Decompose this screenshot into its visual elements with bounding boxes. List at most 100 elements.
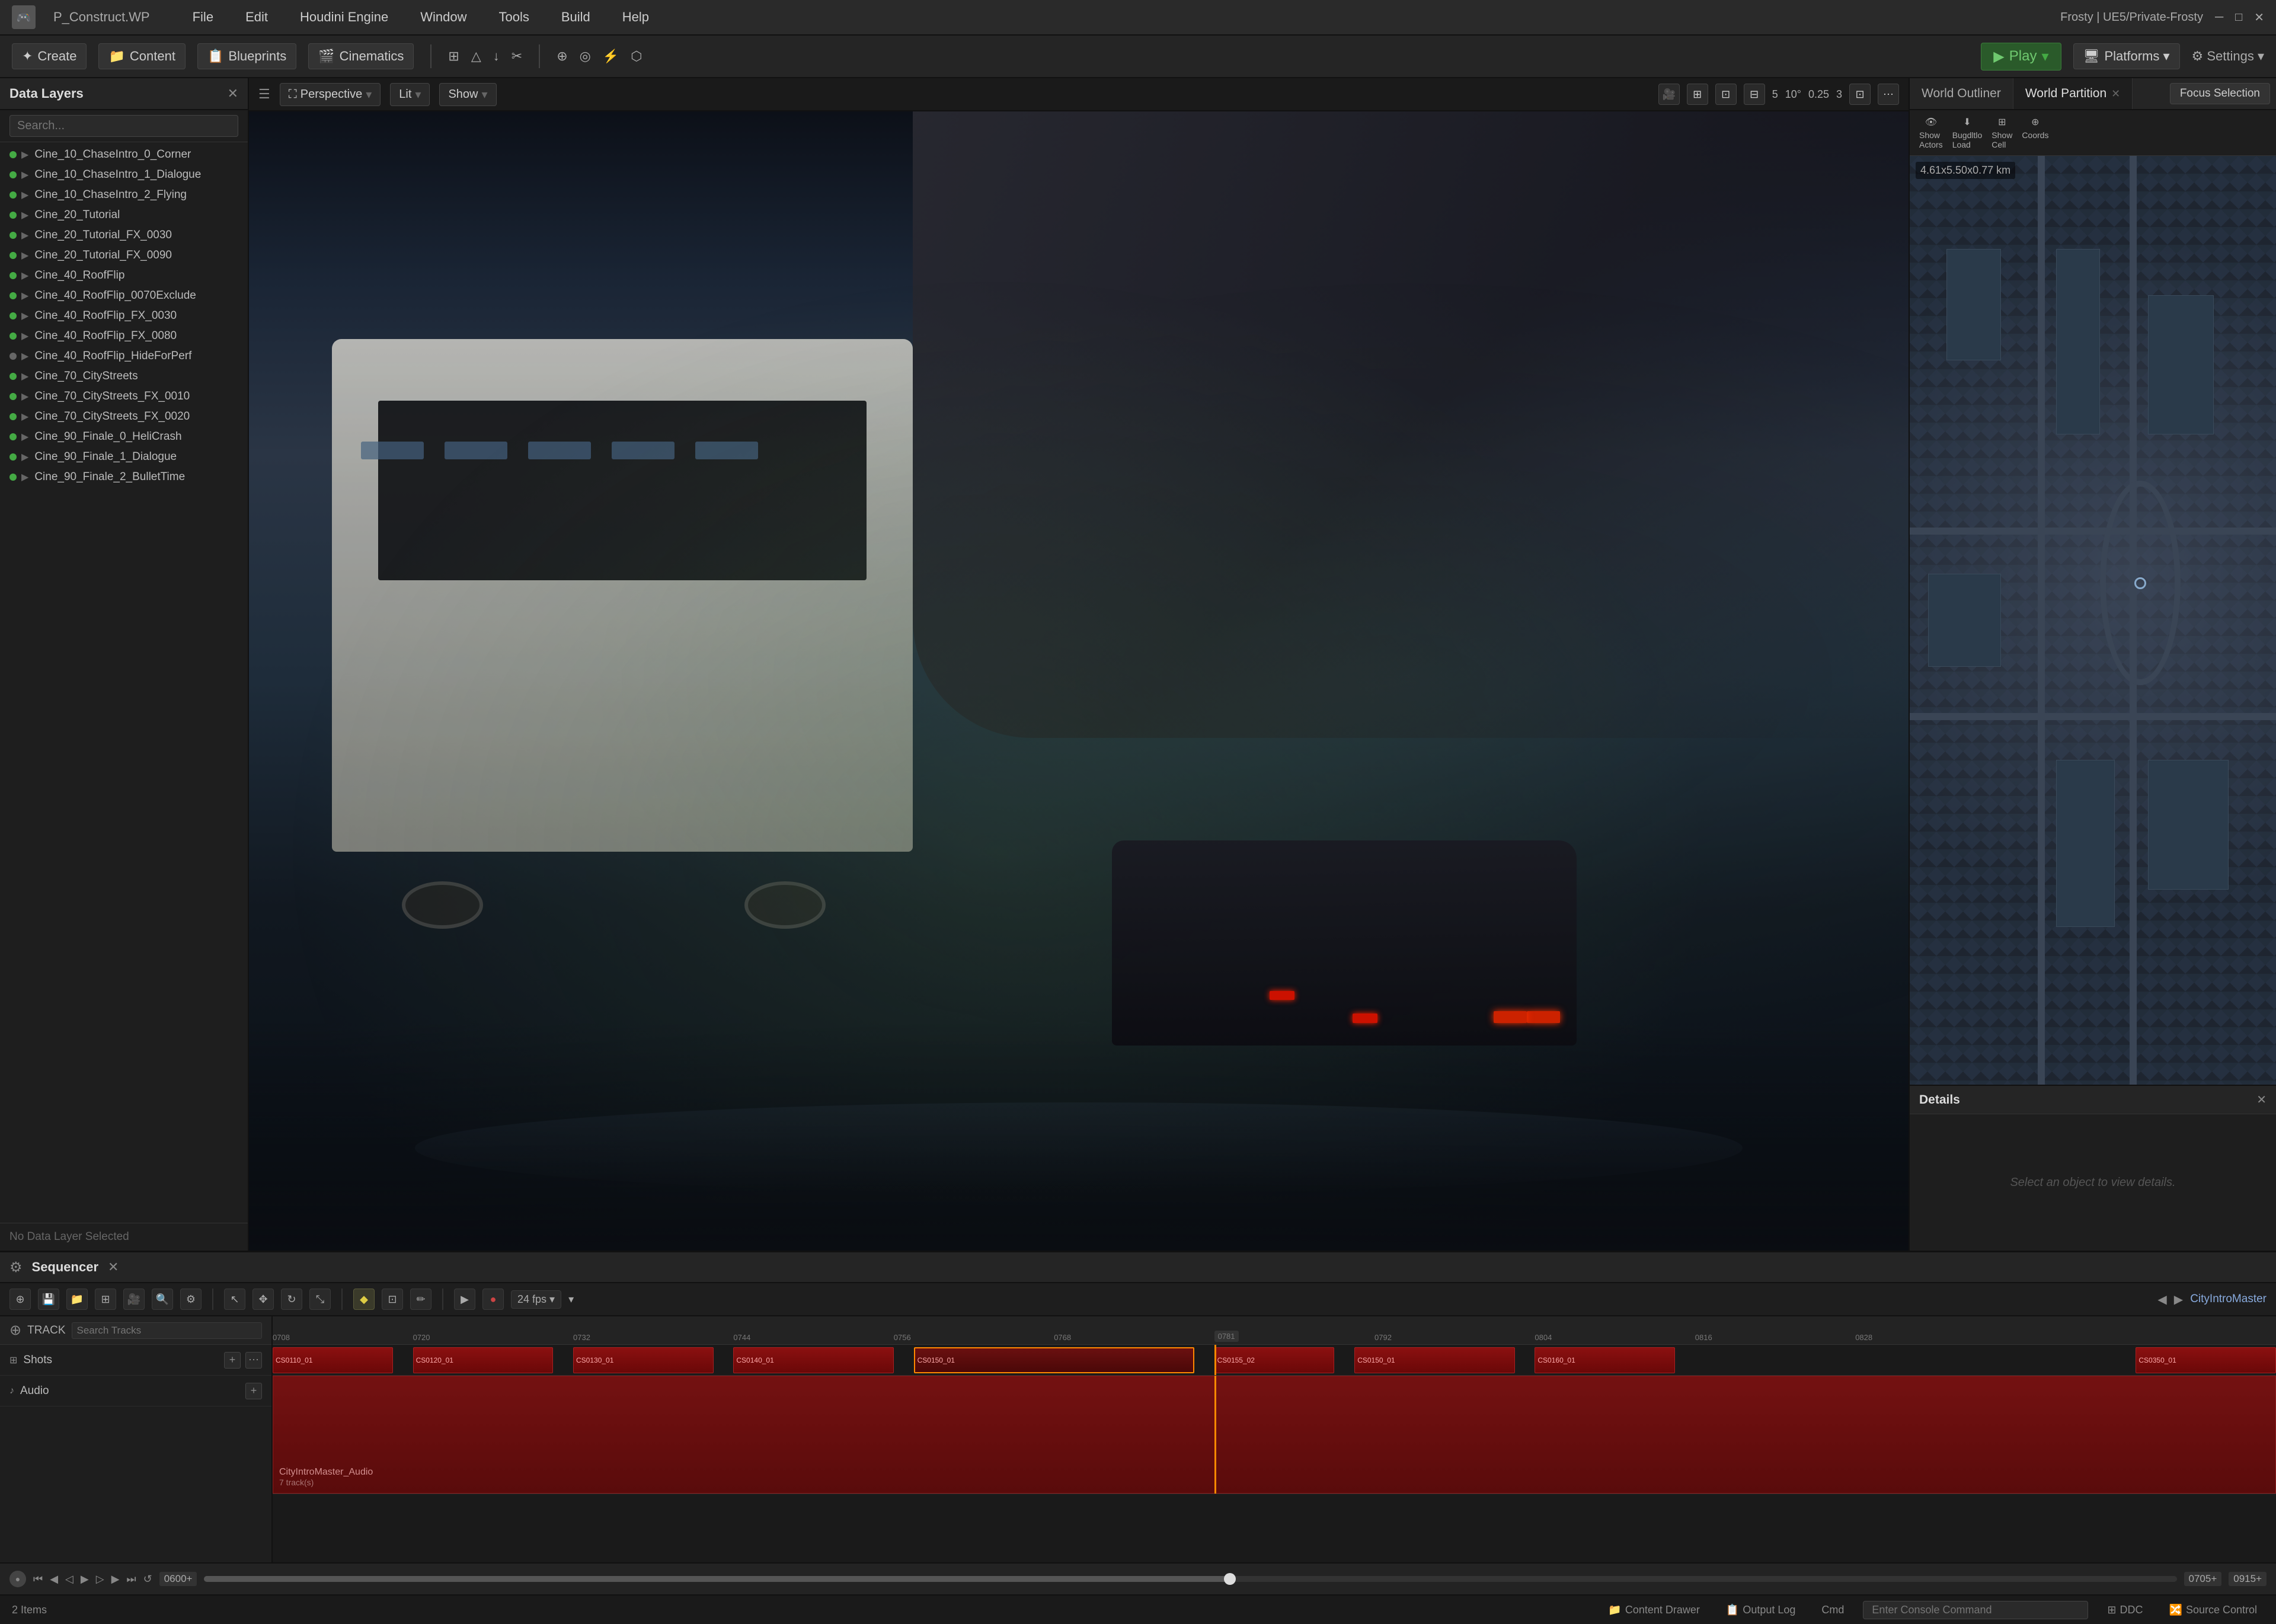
close-btn[interactable]: ✕ <box>2254 10 2264 25</box>
list-item[interactable]: ▶ Cine_90_Finale_2_BulletTime <box>0 467 248 487</box>
shot-block-3[interactable]: CS0140_01 <box>733 1347 893 1373</box>
show-button[interactable]: Show ▾ <box>439 83 496 106</box>
source-control-button[interactable]: 🔀 Source Control <box>2162 1601 2264 1619</box>
toolbar-icon-3[interactable]: ↓ <box>493 49 500 64</box>
tab-world-partition[interactable]: World Partition ✕ <box>2013 78 2133 109</box>
menu-help[interactable]: Help <box>615 6 656 28</box>
list-item[interactable]: ▶ Cine_20_Tutorial <box>0 205 248 225</box>
shot-block-0[interactable]: CS0110_01 <box>273 1347 393 1373</box>
world-partition-map[interactable]: 4.61x5.50x0.77 km <box>1910 156 2276 1085</box>
shot-block-4[interactable]: CS0155_02 <box>1214 1347 1335 1373</box>
seq-prev-key[interactable]: ◀ <box>50 1573 58 1585</box>
seq-play-pause[interactable]: ▶ <box>81 1573 89 1585</box>
console-command-input[interactable] <box>1863 1601 2088 1619</box>
wp-show-actors-btn[interactable]: 👁 ShowActors <box>1919 116 1943 149</box>
list-item[interactable]: ▶ Cine_20_Tutorial_FX_0090 <box>0 245 248 266</box>
maximize-btn[interactable]: □ <box>2235 11 2242 24</box>
menu-edit[interactable]: Edit <box>238 6 275 28</box>
create-button[interactable]: ✦ Create <box>12 43 87 69</box>
viewport-cam-btn[interactable]: 🎥 <box>1658 84 1680 105</box>
output-log-button[interactable]: 📋 Output Log <box>1719 1601 1803 1619</box>
shot-block-5[interactable]: CS0150_01 <box>1354 1347 1514 1373</box>
seq-key-btn[interactable]: ◆ <box>353 1289 375 1310</box>
audio-add-btn[interactable]: + <box>245 1383 262 1399</box>
list-item[interactable]: ▶ Cine_10_ChaseIntro_0_Corner <box>0 145 248 165</box>
seq-nav-right[interactable]: ▶ <box>2174 1292 2183 1307</box>
toolbar-icon-5[interactable]: ⊕ <box>557 49 567 64</box>
menu-file[interactable]: File <box>186 6 220 28</box>
list-item[interactable]: ▶ Cine_20_Tutorial_FX_0030 <box>0 225 248 245</box>
seq-new-btn[interactable]: ⊕ <box>9 1289 31 1310</box>
focus-selection-button[interactable]: Focus Selection <box>2170 83 2270 104</box>
toolbar-icon-1[interactable]: ⊞ <box>448 49 459 64</box>
audio-block[interactable]: CityIntroMaster_Audio 7 track(s) <box>273 1376 2276 1494</box>
list-item[interactable]: ▶ Cine_10_ChaseIntro_2_Flying <box>0 185 248 205</box>
seq-rotate-btn[interactable]: ↻ <box>281 1289 302 1310</box>
wp-coords-btn[interactable]: ⊕ Coords <box>2022 116 2048 149</box>
blueprints-button[interactable]: 📋 Blueprints <box>197 43 296 69</box>
list-item[interactable]: ▶ Cine_40_RoofFlip_0070Exclude <box>0 286 248 306</box>
toolbar-icon-7[interactable]: ⚡ <box>603 49 619 64</box>
toolbar-icon-4[interactable]: ✂ <box>512 49 522 64</box>
seq-select-btn[interactable]: ↖ <box>224 1289 245 1310</box>
seq-pen-btn[interactable]: ✏ <box>410 1289 431 1310</box>
shots-options-btn[interactable]: ⋯ <box>245 1352 262 1369</box>
platforms-button[interactable]: 🖥 Platforms ▾ <box>2073 43 2180 69</box>
seq-move-btn[interactable]: ✥ <box>252 1289 274 1310</box>
lit-button[interactable]: Lit ▾ <box>390 83 430 106</box>
seq-bottom-thumb[interactable] <box>1224 1573 1236 1585</box>
shot-block-2[interactable]: CS0130_01 <box>573 1347 714 1373</box>
content-drawer-button[interactable]: 📁 Content Drawer <box>1601 1601 1706 1619</box>
shot-block-6[interactable]: CS0160_01 <box>1535 1347 1675 1373</box>
menu-tools[interactable]: Tools <box>491 6 536 28</box>
viewport-more-btn[interactable]: ⋯ <box>1878 84 1899 105</box>
timeline-ruler[interactable]: 0708 0720 0732 0744 0756 0768 0781 0792 … <box>273 1316 2276 1345</box>
ddc-button[interactable]: ⊞ DDC <box>2100 1601 2150 1619</box>
seq-skip-end[interactable]: ⏭ <box>126 1573 136 1585</box>
list-item[interactable]: ▶ Cine_40_RoofFlip_FX_0080 <box>0 326 248 346</box>
toolbar-icon-8[interactable]: ⬡ <box>631 49 642 64</box>
viewport-layout-btn[interactable]: ⊡ <box>1849 84 1871 105</box>
seq-scale-btn[interactable]: ⤡ <box>309 1289 331 1310</box>
seq-nav-left[interactable]: ◀ <box>2157 1292 2166 1307</box>
wp-cell-btn[interactable]: ⊞ ShowCell <box>1991 116 2012 149</box>
details-close[interactable]: ✕ <box>2256 1092 2267 1107</box>
viewport-snap-btn[interactable]: ⊡ <box>1715 84 1737 105</box>
sequencer-search-input[interactable] <box>72 1322 262 1339</box>
sequencer-close-btn[interactable]: ✕ <box>108 1259 119 1275</box>
perspective-button[interactable]: ⛶ Perspective ▾ <box>280 83 381 106</box>
viewport-menu-icon[interactable]: ☰ <box>258 87 270 102</box>
menu-build[interactable]: Build <box>554 6 597 28</box>
seq-next-frame[interactable]: ▷ <box>96 1573 104 1585</box>
viewport-grid-btn[interactable]: ⊞ <box>1687 84 1708 105</box>
cmd-button[interactable]: Cmd <box>1814 1601 1851 1619</box>
seq-snap-btn[interactable]: ⊡ <box>382 1289 403 1310</box>
list-item[interactable]: ▶ Cine_90_Finale_1_Dialogue <box>0 447 248 467</box>
toolbar-icon-6[interactable]: ◎ <box>580 49 591 64</box>
seq-grid-btn[interactable]: ⊞ <box>95 1289 116 1310</box>
list-item[interactable]: ▶ Cine_40_RoofFlip <box>0 266 248 286</box>
world-partition-close[interactable]: ✕ <box>2111 88 2120 100</box>
seq-fps-selector[interactable]: 24 fps ▾ <box>511 1290 561 1309</box>
cinematics-button[interactable]: 🎬 Cinematics <box>308 43 414 69</box>
seq-bottom-progress[interactable] <box>204 1576 2176 1582</box>
minimize-btn[interactable]: ─ <box>2215 11 2223 24</box>
play-button[interactable]: ▶ ▶ Play Play ▾ <box>1981 43 2061 71</box>
list-item[interactable]: ▶ Cine_70_CityStreets <box>0 366 248 386</box>
viewport-content[interactable]: CS0140_01 0715 0000+ 0716 ● | ⏮ ◀ ◁ ▶ ▷ <box>249 111 1909 1251</box>
shot-block-7[interactable]: CS0350_01 <box>2136 1347 2276 1373</box>
seq-camera-btn[interactable]: 🎥 <box>123 1289 145 1310</box>
seq-loop[interactable]: ↺ <box>143 1573 152 1585</box>
seq-record-btn[interactable]: ● <box>482 1289 504 1310</box>
shot-block-1[interactable]: CS0120_01 <box>413 1347 554 1373</box>
toolbar-icon-2[interactable]: △ <box>471 49 481 64</box>
wp-load-btn[interactable]: ⬇ BugdltloLoad <box>1952 116 1983 149</box>
seq-save-btn[interactable]: 💾 <box>38 1289 59 1310</box>
shot-block-active[interactable]: CS0150_01 <box>914 1347 1194 1373</box>
list-item[interactable]: ▶ Cine_10_ChaseIntro_1_Dialogue <box>0 165 248 185</box>
content-button[interactable]: 📁 Content <box>98 43 185 69</box>
data-layers-search-input[interactable] <box>9 115 238 137</box>
seq-skip-start[interactable]: ⏮ <box>33 1573 43 1585</box>
seq-settings-btn[interactable]: ⚙ <box>180 1289 202 1310</box>
shots-add-btn[interactable]: + <box>224 1352 241 1369</box>
